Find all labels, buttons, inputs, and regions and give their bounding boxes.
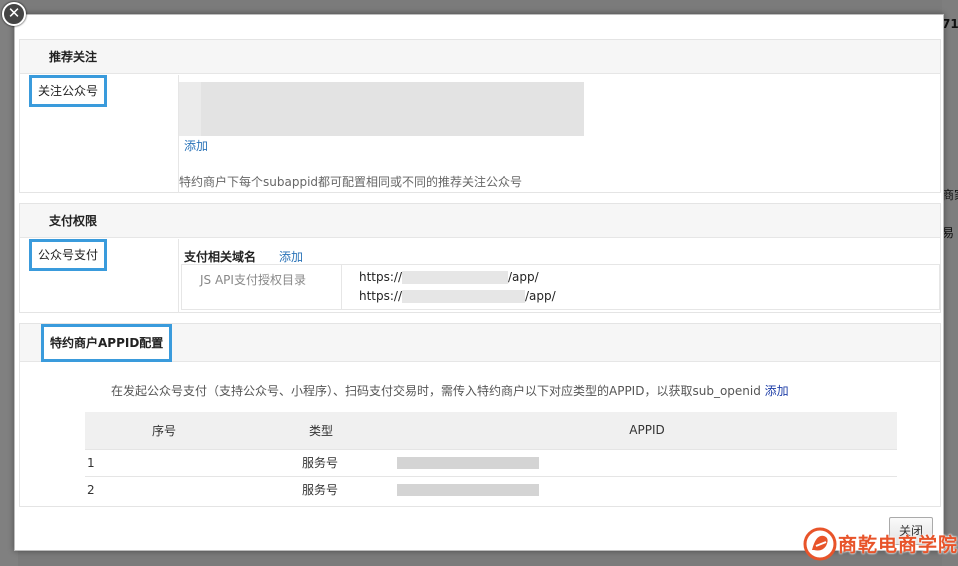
recommend-add-link[interactable]: 添加 (184, 137, 208, 154)
jsapi-url-2-prefix: https:// (359, 289, 403, 303)
background-right-text-1: 商家 (942, 188, 958, 202)
background-right-text-2: 易 (942, 226, 955, 240)
appid-redacted (397, 457, 539, 469)
col-index-header: 序号 (85, 412, 243, 449)
row-index: 1 (85, 448, 243, 476)
background-right-strip (942, 0, 958, 566)
table-row: 2 服务号 (85, 475, 897, 503)
jsapi-url-2-suffix: /app/ (525, 289, 556, 303)
appid-section: 特约商户APPID配置 在发起公众号支付（支持公众号、小程序）、扫码支付交易时，… (19, 323, 941, 507)
jsapi-box: JS API支付授权目录 https:// /app/ https:// /app/ (181, 264, 940, 310)
account-pay-label: 公众号支付 (29, 239, 108, 271)
pay-domain-label: 支付相关域名 (184, 250, 257, 264)
jsapi-url-1-prefix: https:// (359, 270, 403, 284)
appid-table-header: 序号 类型 APPID (85, 412, 897, 449)
appid-description: 在发起公众号支付（支持公众号、小程序）、扫码支付交易时，需传入特约商户以下对应类… (111, 382, 789, 399)
table-row: 1 服务号 (85, 448, 897, 476)
jsapi-label: JS API支付授权目录 (200, 273, 306, 287)
follow-account-label: 关注公众号 (29, 75, 108, 107)
account-image-redacted (179, 82, 584, 136)
jsapi-divider (341, 265, 342, 309)
appid-table: 序号 类型 APPID 1 服务号 2 服务号 (85, 412, 897, 503)
watermark-text: 商乾电商学院 (838, 534, 958, 556)
watermark-logo: 商乾电商学院 (802, 524, 957, 564)
pay-domain-add-link[interactable]: 添加 (279, 248, 303, 265)
payment-section: 支付权限 公众号支付 支付相关域名 添加 JS API支付授权目录 https:… (19, 203, 941, 313)
jsapi-url-2: https:// /app/ (359, 289, 556, 303)
row-appid (397, 475, 897, 503)
background-right-number: 71 (942, 17, 958, 31)
row-type: 服务号 (243, 475, 397, 503)
col-appid-header: APPID (397, 412, 897, 449)
jsapi-url-1-suffix: /app/ (508, 270, 539, 284)
col-type-header: 类型 (243, 412, 397, 449)
close-icon[interactable]: ✕ (2, 2, 26, 26)
appid-section-title: 特约商户APPID配置 (41, 324, 173, 362)
appid-description-text: 在发起公众号支付（支持公众号、小程序）、扫码支付交易时，需传入特约商户以下对应类… (111, 384, 761, 398)
payment-section-title: 支付权限 (20, 204, 940, 238)
config-modal: 推荐关注 关注公众号 添加 特约商户下每个subappid都可配置相同或不同的推… (14, 14, 944, 551)
recommend-note: 特约商户下每个subappid都可配置相同或不同的推荐关注公众号 (179, 175, 523, 189)
row-appid (397, 448, 897, 476)
appid-redacted (397, 484, 539, 497)
jsapi-url-1: https:// /app/ (359, 270, 539, 284)
appid-add-link[interactable]: 添加 (765, 384, 789, 398)
recommend-section: 推荐关注 关注公众号 添加 特约商户下每个subappid都可配置相同或不同的推… (19, 39, 941, 193)
jsapi-url-2-redacted (402, 290, 526, 303)
jsapi-url-1-redacted (402, 271, 509, 284)
row-index: 2 (85, 475, 243, 503)
row-type: 服务号 (243, 448, 397, 476)
account-image-edge (179, 82, 201, 136)
recommend-section-title: 推荐关注 (20, 40, 940, 74)
